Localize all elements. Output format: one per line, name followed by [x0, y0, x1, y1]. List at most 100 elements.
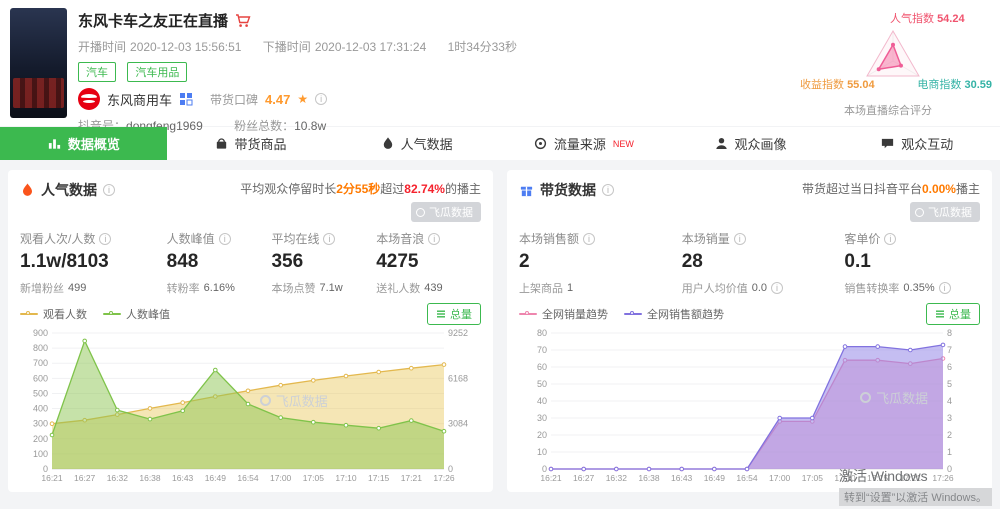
svg-text:16:43: 16:43 [671, 473, 693, 483]
svg-text:17:21: 17:21 [401, 473, 423, 483]
svg-text:17:00: 17:00 [769, 473, 791, 483]
legend-amount-trend[interactable]: 全网销售额趋势 [624, 306, 724, 322]
stat-value: 1.1w/8103 [20, 251, 167, 273]
list-icon [935, 309, 945, 319]
info-icon[interactable] [884, 233, 896, 245]
stream-header: 东风卡车之友正在直播 开播时间2020-12-03 15:56:51 下播时间2… [0, 0, 1000, 126]
tag-auto-supplies[interactable]: 汽车用品 [127, 62, 187, 82]
chat-bubble-icon [880, 136, 895, 151]
tab-products[interactable]: 带货商品 [167, 127, 334, 160]
legend-marker [103, 313, 121, 315]
svg-text:16:49: 16:49 [205, 473, 227, 483]
svg-text:800: 800 [33, 343, 48, 353]
tab-traffic-source[interactable]: 流量来源NEW [500, 127, 667, 160]
feigua-logo-icon [416, 208, 425, 217]
svg-text:40: 40 [537, 396, 547, 406]
svg-text:60: 60 [537, 362, 547, 372]
info-icon[interactable] [602, 184, 614, 196]
svg-text:1: 1 [947, 447, 952, 457]
popularity-legend: 观看人数 人数峰值 [20, 306, 170, 322]
list-icon [436, 309, 446, 319]
dongfeng-logo-icon [78, 88, 100, 110]
tab-audience-interaction[interactable]: 观众互动 [833, 127, 1000, 160]
info-icon[interactable] [428, 233, 440, 245]
popularity-chart[interactable]: 0100200300400500600700800900030846168925… [20, 327, 481, 488]
svg-text:16:21: 16:21 [41, 473, 63, 483]
radar-metric-ecommerce: 电商指数 30.59 [917, 76, 992, 92]
svg-text:17:00: 17:00 [270, 473, 292, 483]
svg-text:16:43: 16:43 [172, 473, 194, 483]
svg-text:2: 2 [947, 430, 952, 440]
account-name[interactable]: 东风商用车 [107, 90, 172, 109]
flame-icon [20, 182, 35, 198]
info-icon[interactable] [103, 184, 115, 196]
svg-text:17:15: 17:15 [368, 473, 390, 483]
total-toggle-button[interactable]: 总量 [427, 303, 481, 325]
watermark-badge: 飞瓜数据 [910, 202, 980, 222]
feigua-logo-icon [915, 208, 924, 217]
info-icon[interactable] [734, 233, 746, 245]
popularity-summary: 平均观众停留时长2分55秒超过82.74%的播主 [240, 180, 481, 197]
legend-marker [20, 313, 38, 315]
svg-text:5: 5 [947, 379, 952, 389]
total-toggle-button[interactable]: 总量 [926, 303, 980, 325]
svg-text:500: 500 [33, 388, 48, 398]
grade-badge-icon [179, 92, 193, 106]
info-icon[interactable] [583, 233, 595, 245]
radar-caption: 本场直播综合评分 [844, 102, 932, 118]
svg-text:16:21: 16:21 [540, 473, 562, 483]
svg-text:4: 4 [947, 396, 952, 406]
info-icon[interactable] [219, 233, 231, 245]
info-icon[interactable] [771, 282, 783, 294]
svg-text:10: 10 [537, 447, 547, 457]
sales-chart[interactable]: 0102030405060708001234567816:2116:2716:3… [519, 327, 980, 488]
svg-text:17:26: 17:26 [433, 473, 455, 483]
end-time: 2020-12-03 17:31:24 [315, 40, 426, 54]
popularity-stats: 观看人次/人数 1.1w/8103 新增粉丝499 人数峰值 848 转粉率6.… [20, 230, 481, 296]
legend-viewers[interactable]: 观看人数 [20, 306, 87, 322]
svg-text:20: 20 [537, 430, 547, 440]
tab-audience-profile[interactable]: 观众画像 [667, 127, 834, 160]
watermark-badge: 飞瓜数据 [411, 202, 481, 222]
reputation-label: 带货口碑 [210, 91, 258, 108]
svg-text:16:27: 16:27 [573, 473, 595, 483]
svg-text:16:27: 16:27 [74, 473, 96, 483]
svg-text:9252: 9252 [448, 328, 468, 338]
live-cover-thumbnail[interactable] [10, 8, 67, 118]
panel-title: 人气数据 [41, 180, 97, 200]
legend-peak[interactable]: 人数峰值 [103, 306, 170, 322]
svg-text:6: 6 [947, 362, 952, 372]
svg-text:6168: 6168 [448, 373, 468, 383]
cart-icon [235, 13, 251, 29]
star-icon: ★ [297, 92, 308, 106]
radar-metric-revenue: 收益指数 55.04 [800, 76, 875, 92]
stat-value: 28 [682, 251, 845, 273]
legend-volume-trend[interactable]: 全网销量趋势 [519, 306, 608, 322]
svg-text:17:10: 17:10 [335, 473, 357, 483]
info-icon[interactable] [939, 282, 951, 294]
stat-value: 4275 [376, 251, 481, 273]
svg-text:80: 80 [537, 328, 547, 338]
svg-text:100: 100 [33, 449, 48, 459]
windows-activation-watermark: 激活 Windows 转到“设置”以激活 Windows。 [839, 466, 992, 506]
stat-avg-online: 平均在线 356 本场点赞7.1w [271, 230, 376, 296]
svg-text:3084: 3084 [448, 419, 468, 429]
live-title: 东风卡车之友正在直播 [78, 10, 228, 31]
stat-value: 2 [519, 251, 682, 273]
gift-box-icon [519, 183, 534, 198]
svg-text:17:05: 17:05 [802, 473, 824, 483]
svg-text:16:38: 16:38 [638, 473, 660, 483]
svg-text:50: 50 [537, 379, 547, 389]
svg-text:16:32: 16:32 [107, 473, 129, 483]
svg-text:7: 7 [947, 345, 952, 355]
svg-text:900: 900 [33, 328, 48, 338]
tab-data-overview[interactable]: 数据概览 [0, 127, 167, 160]
info-icon[interactable] [99, 233, 111, 245]
stat-coins: 本场音浪 4275 送礼人数439 [376, 230, 481, 296]
svg-text:17:05: 17:05 [303, 473, 325, 483]
info-icon[interactable] [323, 233, 335, 245]
info-icon[interactable] [315, 93, 327, 105]
tab-popularity[interactable]: 人气数据 [333, 127, 500, 160]
svg-text:16:54: 16:54 [237, 473, 259, 483]
tag-auto[interactable]: 汽车 [78, 62, 116, 82]
